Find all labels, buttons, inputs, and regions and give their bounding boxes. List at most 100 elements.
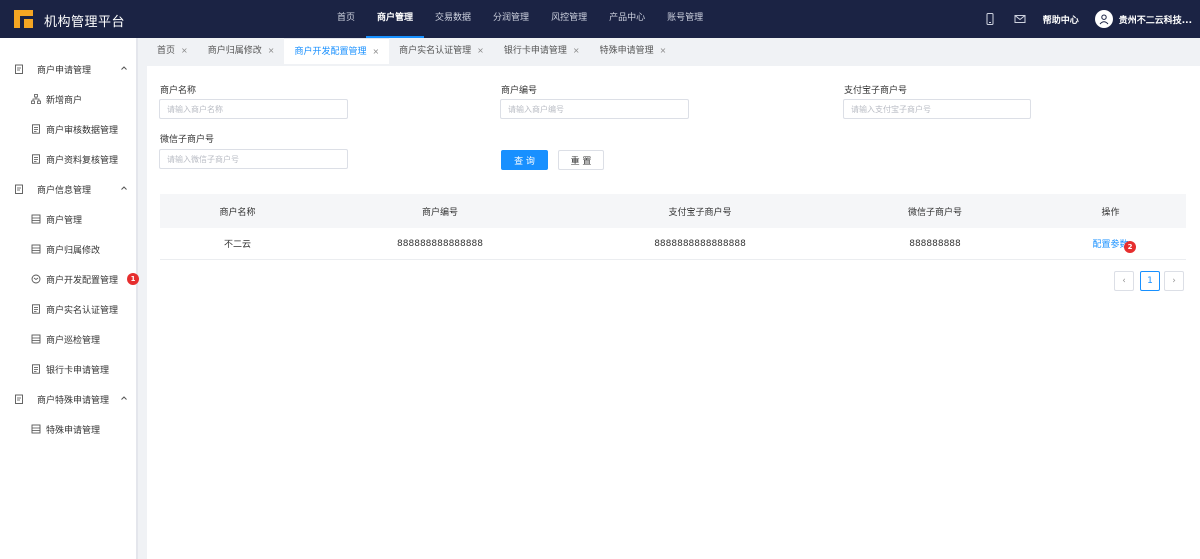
sidebar-item-label: 商户审核数据管理 [46, 125, 119, 136]
column-header: 支付宝子商户号 [668, 207, 732, 218]
reset-button[interactable]: 重 置 [558, 150, 604, 170]
username[interactable]: 贵州不二云科技... [1119, 13, 1192, 26]
document-icon [32, 154, 40, 164]
mail-icon[interactable] [1013, 12, 1027, 26]
document-icon [32, 124, 40, 134]
sidebar-item-merchant-review-data[interactable]: 商户审核数据管理 [0, 114, 136, 144]
merchant-name-label: 商户名称 [160, 86, 197, 96]
nav-risk-control[interactable]: 风控管理 [540, 0, 598, 38]
sidebar-group-label: 商户信息管理 [37, 185, 92, 196]
wechat-sub-no-label: 微信子商户号 [160, 135, 215, 145]
table-row: 不二云 888888888888888 8888888888888888 888… [160, 228, 1186, 260]
alipay-sub-no-input[interactable] [843, 99, 1031, 119]
table-header: 商户名称 商户编号 支付宝子商户号 微信子商户号 操作 [160, 194, 1186, 228]
prev-page-button[interactable]: ‹ [1114, 271, 1134, 291]
tab-label: 商户开发配置管理 [294, 47, 367, 57]
action-cell: 配置参数 [1035, 237, 1186, 250]
tab-label: 银行卡申请管理 [503, 46, 567, 56]
tab-label: 首页 [157, 46, 176, 56]
column-header: 商户名称 [219, 207, 256, 218]
user-avatar-icon[interactable] [1094, 10, 1113, 28]
merchant-no-cell: 888888888888888 [397, 238, 483, 249]
close-icon[interactable]: × [181, 46, 188, 55]
table-icon [31, 334, 41, 344]
sidebar: 商户申请管理 新增商户 商户审核数据管理 商户资料复核管理 商户信息管理 商户管… [0, 38, 139, 559]
sidebar-group-merchant-special-application[interactable]: 商户特殊申请管理 [0, 384, 136, 414]
next-page-button[interactable]: › [1164, 271, 1184, 291]
nav-home[interactable]: 首页 [326, 0, 366, 38]
merchant-name-cell: 不二云 [223, 240, 251, 250]
tab-label: 商户实名认证管理 [399, 46, 472, 56]
tab-merchant-realname-auth[interactable]: 商户实名认证管理 × [389, 38, 494, 64]
sidebar-item-merchant-info-recheck[interactable]: 商户资料复核管理 [0, 144, 136, 174]
column-header: 微信子商户号 [907, 207, 962, 218]
query-button[interactable]: 查 询 [501, 150, 548, 170]
alipay-sub-no-cell: 8888888888888888 [654, 238, 746, 249]
sidebar-item-merchant-ownership-edit[interactable]: 商户归属修改 [0, 234, 136, 264]
nav-account-management[interactable]: 账号管理 [656, 0, 714, 38]
table-icon [31, 244, 41, 254]
sidebar-item-bank-card-application[interactable]: 银行卡申请管理 [0, 354, 136, 384]
sidebar-group-merchant-application[interactable]: 商户申请管理 [0, 54, 136, 84]
help-center-link[interactable]: 帮助中心 [1043, 13, 1079, 26]
tab-bank-card-application[interactable]: 银行卡申请管理 × [494, 38, 590, 64]
merchant-name-input[interactable] [159, 99, 348, 119]
chevron-up-icon [121, 186, 127, 190]
sidebar-item-merchant-dev-config[interactable]: 商户开发配置管理 1 [0, 264, 139, 294]
sidebar-item-label: 商户归属修改 [46, 245, 101, 256]
alipay-sub-no-label: 支付宝子商户号 [844, 86, 908, 96]
sidebar-group-label: 商户特殊申请管理 [37, 395, 110, 406]
mobile-icon[interactable] [983, 12, 997, 26]
wechat-sub-no-input[interactable] [159, 149, 348, 169]
sidebar-item-label: 特殊申请管理 [46, 425, 101, 436]
close-icon[interactable]: × [372, 47, 379, 56]
table-icon [31, 424, 41, 434]
sidebar-item-label: 商户管理 [46, 215, 83, 226]
sidebar-item-merchant-realname-auth[interactable]: 商户实名认证管理 [0, 294, 136, 324]
sidebar-item-label: 新增商户 [46, 95, 83, 106]
clipboard-icon [15, 184, 23, 194]
document-icon [32, 364, 40, 374]
column-header: 商户编号 [421, 207, 458, 218]
nav-profit-sharing[interactable]: 分润管理 [482, 0, 540, 38]
config-icon [31, 274, 41, 284]
close-icon[interactable]: × [660, 46, 667, 55]
sidebar-item-label: 商户资料复核管理 [46, 155, 119, 166]
tab-merchant-dev-config[interactable]: 商户开发配置管理 × [284, 38, 390, 64]
nav-merchant-management[interactable]: 商户管理 [366, 0, 425, 38]
tab-merchant-ownership-edit[interactable]: 商户归属修改 × [198, 38, 285, 64]
merchant-no-input[interactable] [500, 99, 689, 119]
close-icon[interactable]: × [573, 46, 580, 55]
sidebar-item-special-application[interactable]: 特殊申请管理 [0, 414, 136, 444]
nav-product-center[interactable]: 产品中心 [598, 0, 656, 38]
app-title: 机构管理平台 [44, 15, 126, 30]
sidebar-item-label: 银行卡申请管理 [46, 365, 110, 376]
sitemap-icon [31, 94, 41, 104]
sidebar-item-add-merchant[interactable]: 新增商户 [0, 84, 136, 114]
clipboard-icon [15, 394, 23, 404]
close-icon[interactable]: × [477, 46, 484, 55]
document-icon [32, 304, 40, 314]
logo-icon [14, 10, 33, 28]
sidebar-item-merchant-management[interactable]: 商户管理 [0, 204, 136, 234]
top-header: 机构管理平台 首页 商户管理 交易数据 分润管理 风控管理 产品中心 账号管理 … [0, 0, 1200, 38]
sidebar-group-merchant-info[interactable]: 商户信息管理 [0, 174, 136, 204]
tab-special-application[interactable]: 特殊申请管理 × [590, 38, 677, 64]
nav-transaction-data[interactable]: 交易数据 [424, 0, 482, 38]
column-header: 操作 [1101, 207, 1120, 218]
table-icon [31, 214, 41, 224]
tab-home[interactable]: 首页 × [147, 38, 198, 64]
page-number-button[interactable]: 1 [1140, 271, 1160, 291]
sidebar-item-merchant-inspection[interactable]: 商户巡检管理 [0, 324, 136, 354]
tab-bar: 首页 × 商户归属修改 × 商户开发配置管理 × 商户实名认证管理 × 银行卡申请管理 ×… [147, 38, 1200, 64]
clipboard-icon [15, 64, 23, 74]
wechat-sub-no-cell: 888888888 [909, 238, 961, 249]
step-badge: 1 [127, 273, 139, 285]
chevron-up-icon [121, 66, 127, 70]
sidebar-group-label: 商户申请管理 [37, 65, 92, 76]
chevron-up-icon [121, 396, 127, 400]
sidebar-item-label: 商户开发配置管理 [46, 275, 119, 286]
step-badge: 2 [1124, 241, 1136, 253]
close-icon[interactable]: × [268, 46, 275, 55]
sidebar-item-label: 商户实名认证管理 [46, 305, 119, 316]
